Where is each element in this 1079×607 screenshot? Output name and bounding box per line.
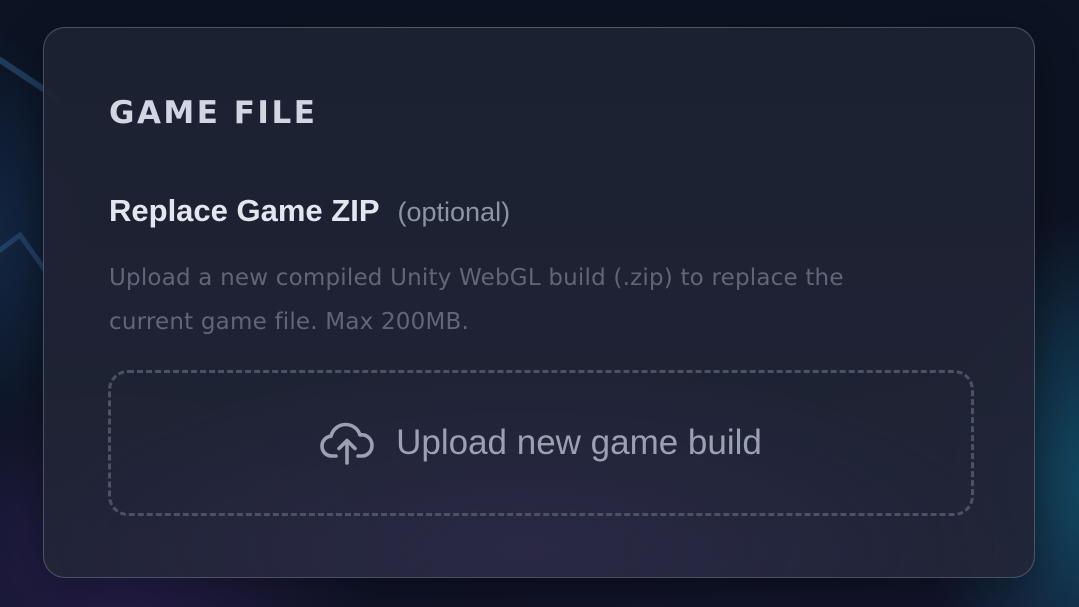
field-help-text: Upload a new compiled Unity WebGL build … <box>109 265 844 335</box>
optional-hint: (optional) <box>397 197 511 227</box>
cloud-upload-icon <box>320 422 374 465</box>
field-label: Replace Game ZIP (optional) <box>109 195 510 226</box>
field-label-text: Replace Game ZIP <box>109 193 380 228</box>
upload-dropzone[interactable]: Upload new game build <box>108 370 974 516</box>
game-file-card: GAME FILE Replace Game ZIP (optional) Upl… <box>43 27 1035 578</box>
upload-button-label: Upload new game build <box>396 423 762 462</box>
section-title: GAME FILE <box>109 95 318 131</box>
dropzone-content: Upload new game build <box>320 421 762 465</box>
